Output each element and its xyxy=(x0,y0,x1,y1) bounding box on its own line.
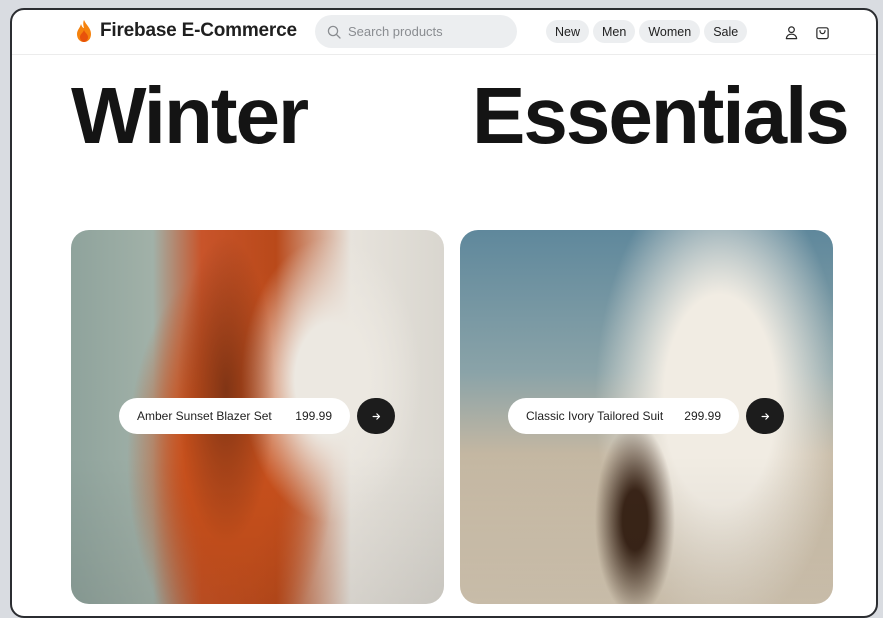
search-input[interactable] xyxy=(348,24,498,39)
nav-pill-women[interactable]: Women xyxy=(639,20,701,43)
account-icon xyxy=(785,25,797,39)
product-name: Amber Sunset Blazer Set xyxy=(137,409,272,423)
view-product-button[interactable] xyxy=(746,398,784,434)
search-bar[interactable] xyxy=(315,15,517,48)
hero-title-winter: Winter xyxy=(71,71,309,160)
account-button[interactable] xyxy=(782,23,800,41)
product-label[interactable]: Amber Sunset Blazer Set 199.99 xyxy=(119,398,350,434)
product-price: 299.99 xyxy=(684,409,721,423)
brand-name: Firebase E-Commerce xyxy=(100,20,297,41)
category-nav: New Men Women Sale xyxy=(546,20,748,43)
nav-pill-new[interactable]: New xyxy=(546,20,590,43)
site-header: Firebase E-Commerce New Men Women Sale xyxy=(12,10,876,55)
view-product-button[interactable] xyxy=(357,398,395,434)
product-card[interactable]: Classic Ivory Tailored Suit 299.99 xyxy=(460,230,833,604)
hero-title-essentials: Essentials xyxy=(472,71,850,160)
product-name: Classic Ivory Tailored Suit xyxy=(526,409,664,423)
search-icon xyxy=(327,25,341,39)
flame-icon xyxy=(77,20,91,42)
arrow-right-icon xyxy=(761,412,769,420)
nav-pill-men[interactable]: Men xyxy=(593,20,636,43)
cart-icon xyxy=(815,26,829,39)
nav-pill-sale[interactable]: Sale xyxy=(704,20,748,43)
product-price: 199.99 xyxy=(295,409,332,423)
product-label[interactable]: Classic Ivory Tailored Suit 299.99 xyxy=(508,398,739,434)
cart-button[interactable] xyxy=(813,23,831,41)
product-card[interactable]: Amber Sunset Blazer Set 199.99 xyxy=(71,230,444,604)
brand-logo-link[interactable]: Firebase E-Commerce xyxy=(74,18,297,44)
arrow-right-icon xyxy=(372,412,380,420)
browser-frame: Firebase E-Commerce New Men Women Sale xyxy=(10,8,878,618)
